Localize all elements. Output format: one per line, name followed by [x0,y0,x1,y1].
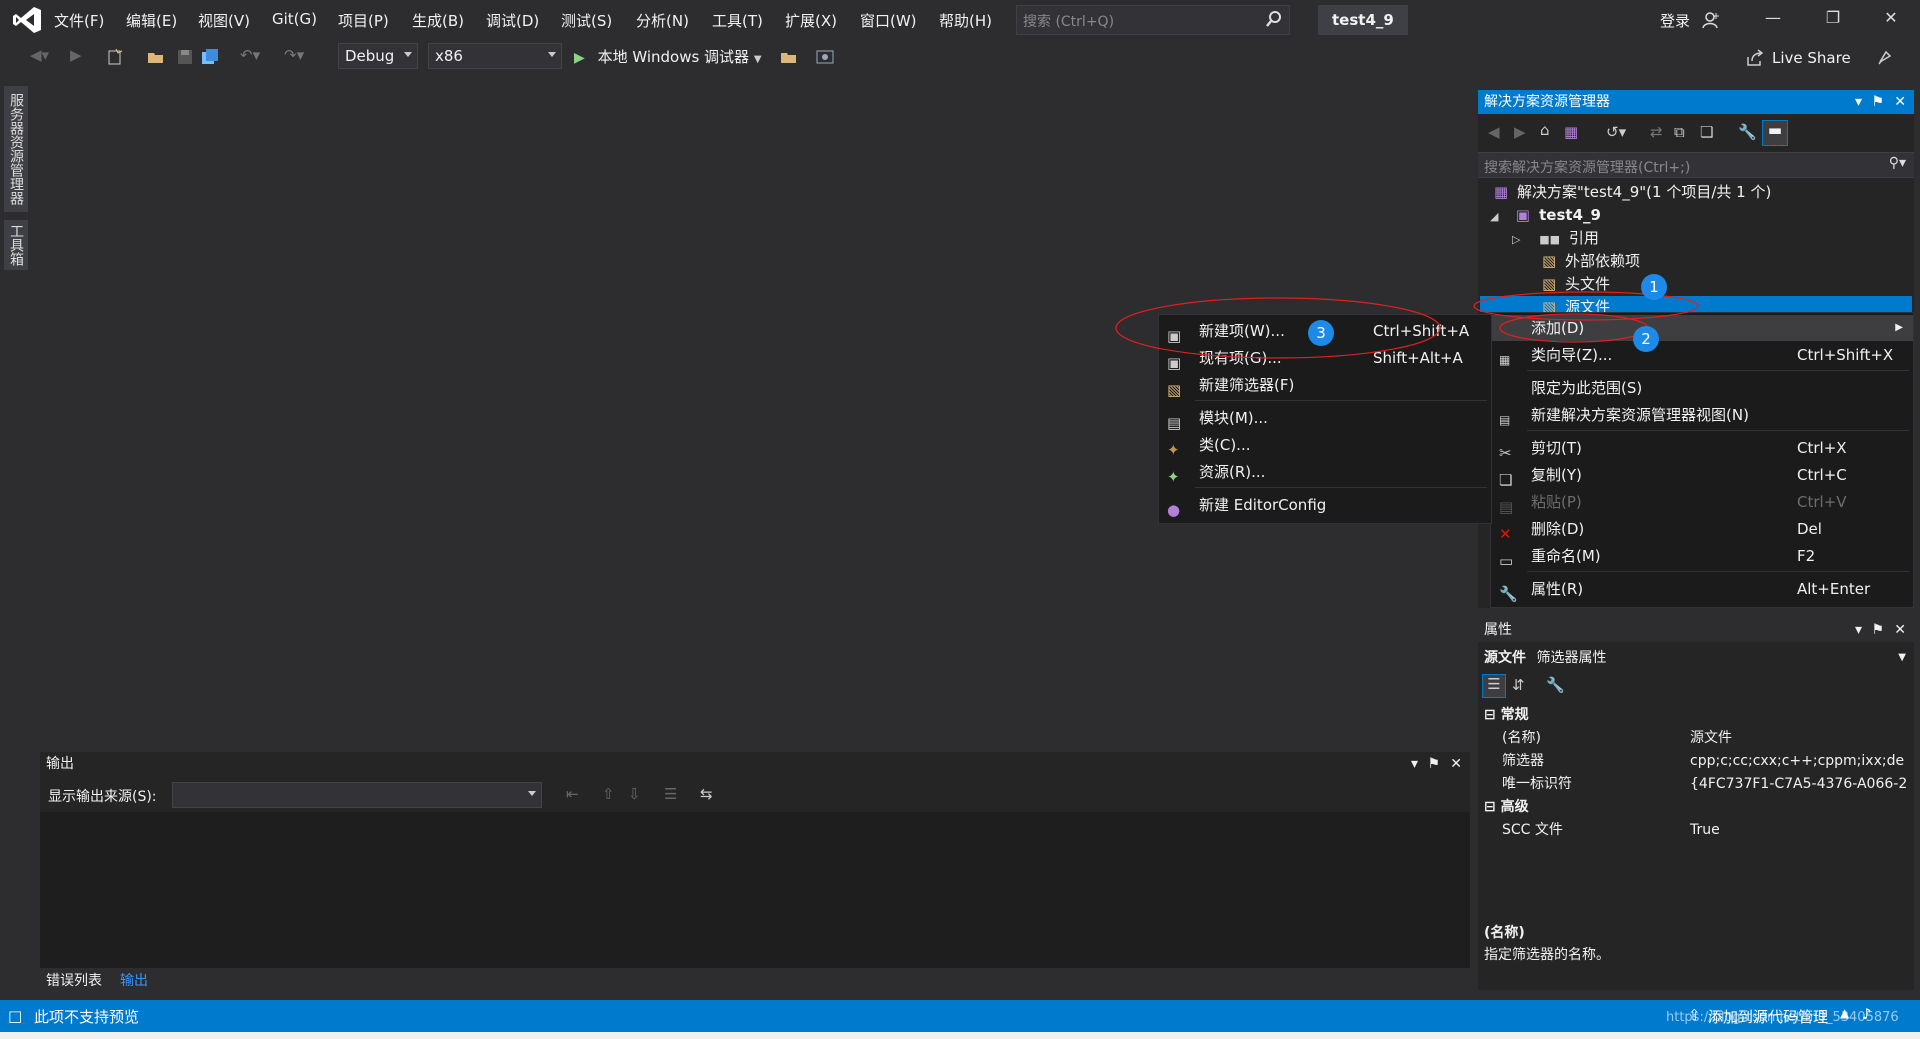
close-icon[interactable]: ✕ [1450,752,1462,776]
collapse-box-icon: ⊟ [1484,707,1496,723]
output-source-select[interactable] [172,782,542,808]
output-source-label: 显示输出来源(S): [48,789,157,805]
property-value: True [1690,822,1720,838]
property-key: (名称) [1502,730,1541,746]
preview-icon: □ [8,1007,23,1025]
property-value: 源文件 [1690,730,1732,746]
description-text: 指定筛选器的名称。 [1484,947,1610,963]
output-text-area[interactable] [40,812,1470,968]
step-badge-1: 1 [1641,274,1667,300]
description-title: (名称) [1484,925,1525,941]
section-general[interactable]: ⊟ 常规 [1484,704,1529,727]
next-message-icon[interactable]: ⇩ [628,785,641,803]
categorized-icon[interactable]: ☰ [1482,674,1506,698]
collapse-box-icon: ⊟ [1484,799,1496,815]
property-pages-icon[interactable]: 🔧 [1546,676,1565,694]
annotation-ellipse-add [1499,313,1649,343]
previous-message-icon[interactable]: ⇧ [602,785,615,803]
property-key: 唯一标识符 [1502,776,1572,792]
section-advanced[interactable]: ⊟ 高级 [1484,796,1529,819]
section-general-label: 常规 [1500,707,1529,723]
property-key: 筛选器 [1502,753,1544,769]
word-wrap-icon[interactable]: ⇆ [700,785,713,803]
pin-icon[interactable]: ⚑ [1427,752,1440,776]
property-row[interactable]: SCC 文件 True [1502,819,1910,842]
watermark-text: https://blog.csdn.net/m0_53405876 [1666,1010,1899,1025]
object-type: 筛选器属性 [1536,650,1607,666]
property-key: SCC 文件 [1502,822,1563,838]
properties-object-select[interactable]: 源文件 筛选器属性 ▼ [1478,646,1914,670]
section-advanced-label: 高级 [1500,799,1529,815]
output-title: 输出 [46,756,74,772]
properties-panel [1478,618,1914,990]
properties-title: 属性 [1484,622,1512,638]
annotation-ellipse-new-item [1115,297,1441,359]
status-bar: □ 此项不支持预览 ⇧ 添加到源代码管理 ▲ ♪ https://blog.cs… [0,1000,1920,1032]
annotation-ellipse-source-files [1473,291,1699,321]
tab-output[interactable]: 输出 [114,970,154,992]
status-text: 此项不支持预览 [34,1008,140,1026]
property-value: cpp;c;cc;cxx;c++;cppm;ixx;de [1690,753,1905,769]
clear-all-icon[interactable]: ☰ [664,785,677,803]
panel-menu-icon[interactable]: ▾ [1855,618,1862,642]
object-name: 源文件 [1484,650,1526,666]
panel-menu-icon[interactable]: ▾ [1411,752,1418,776]
find-message-icon[interactable]: ⇤ [566,785,579,803]
output-header: 输出 ▾ ⚑ ✕ [40,752,1470,776]
chevron-down-icon [528,791,536,796]
tab-error-list[interactable]: 错误列表 [40,970,108,992]
pin-icon[interactable]: ⚑ [1871,618,1884,642]
chevron-down-icon: ▼ [1898,652,1906,663]
bottom-edge [0,1032,1920,1039]
property-row[interactable]: 筛选器 cpp;c;cc;cxx;c++;cppm;ixx;de [1502,750,1910,773]
close-icon[interactable]: ✕ [1894,618,1906,642]
property-row[interactable]: 唯一标识符 {4FC737F1-C7A5-4376-A066-2 [1502,773,1910,796]
step-badge-2: 2 [1633,326,1659,352]
property-row[interactable]: (名称) 源文件 [1502,727,1910,750]
property-value: {4FC737F1-C7A5-4376-A066-2 [1690,776,1908,792]
properties-header: 属性 ▾ ⚑ ✕ [1478,618,1914,642]
step-badge-3: 3 [1308,320,1334,346]
alphabetical-icon[interactable]: ⇵ [1512,676,1525,694]
